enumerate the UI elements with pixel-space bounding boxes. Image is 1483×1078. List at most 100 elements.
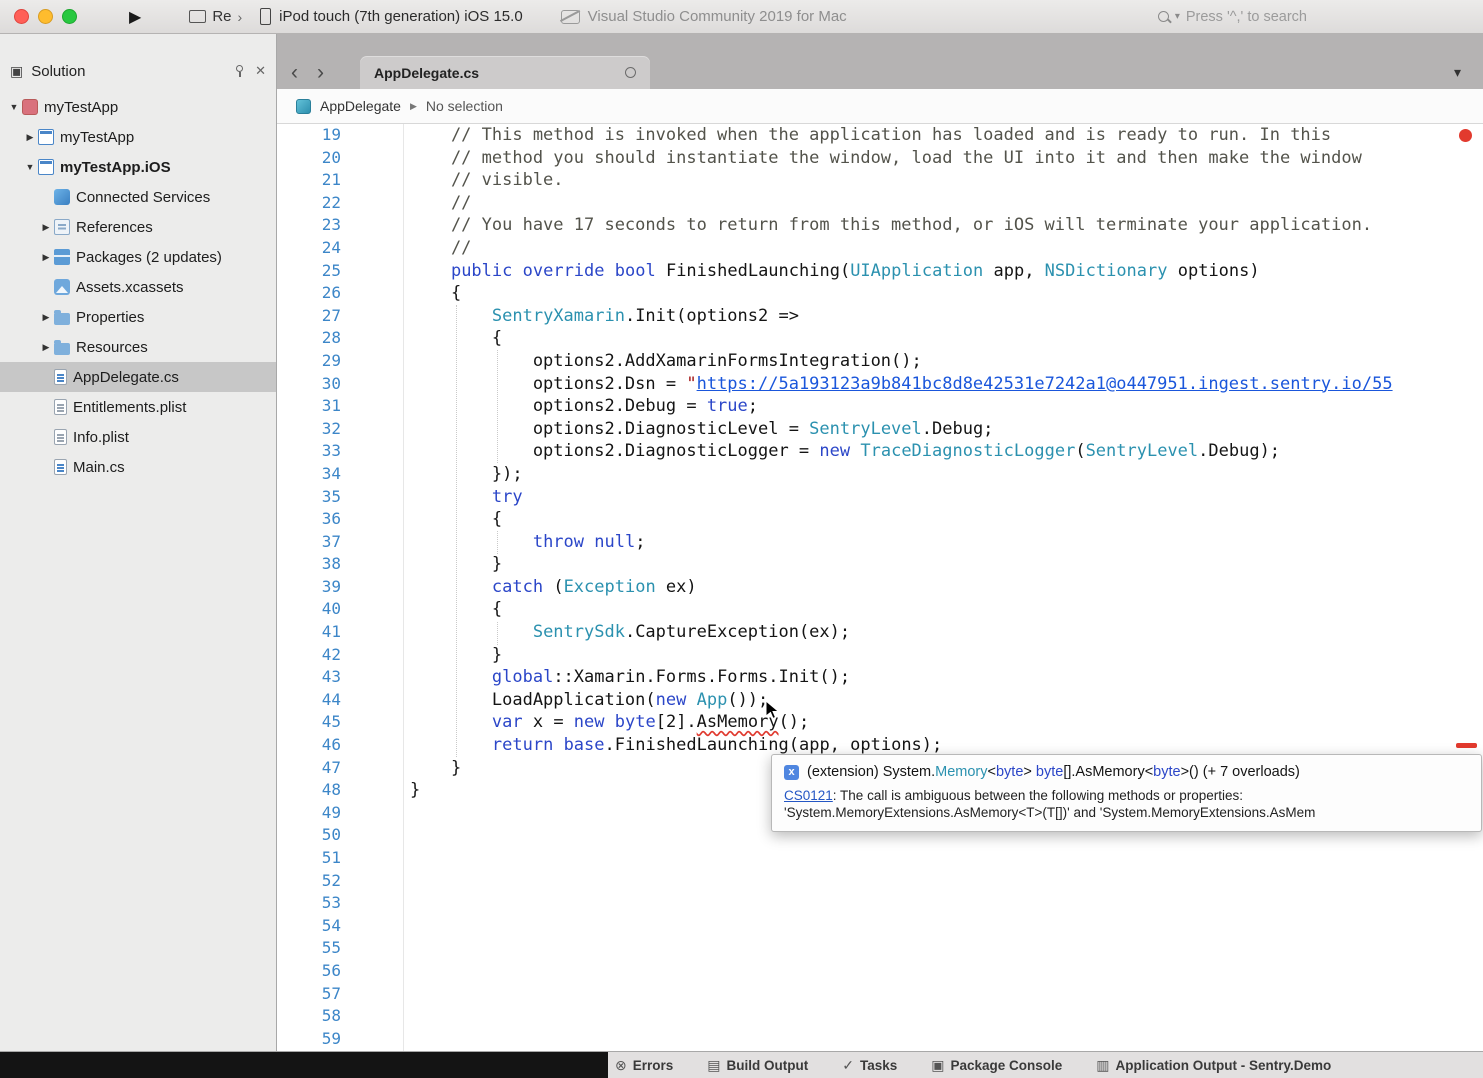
code-token: UIApplication <box>850 261 983 281</box>
code-text: options2.AddXamarinFormsIntegration(); <box>353 350 922 373</box>
code-line-54[interactable]: 54 <box>277 915 1483 938</box>
zoom-window-button[interactable] <box>62 9 77 24</box>
code-line-23[interactable]: 23 // You have 17 seconds to return from… <box>277 214 1483 237</box>
code-line-19[interactable]: 19 // This method is invoked when the ap… <box>277 124 1483 147</box>
code-line-42[interactable]: 42 } <box>277 644 1483 667</box>
statusbar-errors[interactable]: ⊗Errors <box>615 1057 673 1074</box>
expander-down-icon[interactable]: ▼ <box>24 162 36 172</box>
tree-item-resources[interactable]: ▶Resources <box>0 332 276 362</box>
code-line-24[interactable]: 24 // <box>277 237 1483 260</box>
expander-right-icon[interactable]: ▶ <box>40 222 52 233</box>
breadcrumb-scope[interactable]: AppDelegate <box>320 98 401 114</box>
code-line-53[interactable]: 53 <box>277 892 1483 915</box>
tree-item-references[interactable]: ▶References <box>0 212 276 242</box>
statusbar-build-output[interactable]: ▤Build Output <box>707 1057 808 1074</box>
code-line-26[interactable]: 26 { <box>277 282 1483 305</box>
navigate-forward-button[interactable]: › <box>317 61 324 85</box>
code-token: }); <box>410 464 523 484</box>
minimize-window-button[interactable] <box>38 9 53 24</box>
code-line-52[interactable]: 52 <box>277 870 1483 893</box>
pin-icon[interactable] <box>233 65 245 77</box>
expander-right-icon[interactable]: ▶ <box>40 312 52 323</box>
code-line-58[interactable]: 58 <box>277 1005 1483 1028</box>
tree-item-label: myTestApp <box>44 99 118 116</box>
code-line-32[interactable]: 32 options2.DiagnosticLevel = SentryLeve… <box>277 418 1483 441</box>
solution-tree: ▼ myTestApp ▶myTestApp▼myTestApp.iOSConnec… <box>0 92 276 482</box>
close-window-button[interactable] <box>14 9 29 24</box>
tree-item-main-cs[interactable]: Main.cs <box>0 452 276 482</box>
tab-list-dropdown-icon[interactable]: ▾ <box>1454 64 1461 81</box>
tree-item-label: AppDelegate.cs <box>73 369 179 386</box>
code-line-44[interactable]: 44 LoadApplication(new App()); <box>277 689 1483 712</box>
code-line-34[interactable]: 34 }); <box>277 463 1483 486</box>
package-console-icon: ▣ <box>931 1057 944 1074</box>
tab-appdelegate-cs[interactable]: AppDelegate.cs <box>360 56 650 89</box>
expander-right-icon[interactable]: ▶ <box>24 132 36 143</box>
line-number: 57 <box>277 983 353 1006</box>
code-line-21[interactable]: 21 // visible. <box>277 169 1483 192</box>
tree-item-appdelegate-cs[interactable]: AppDelegate.cs <box>0 362 276 392</box>
tree-item-mytestapp[interactable]: ▶myTestApp <box>0 122 276 152</box>
code-line-20[interactable]: 20 // method you should instantiate the … <box>277 147 1483 170</box>
statusbar-package-console[interactable]: ▣Package Console <box>931 1057 1062 1074</box>
statusbar-label: Application Output - Sentry.Demo <box>1116 1058 1332 1073</box>
code-token <box>605 712 615 732</box>
editor-right-margin[interactable] <box>1457 124 1483 1051</box>
code-editor[interactable]: 19 // This method is invoked when the ap… <box>277 124 1483 1051</box>
breadcrumb-selection[interactable]: No selection <box>426 98 503 114</box>
line-number: 25 <box>277 260 353 283</box>
code-line-51[interactable]: 51 <box>277 847 1483 870</box>
code-line-27[interactable]: 27 SentryXamarin.Init(options2 => <box>277 305 1483 328</box>
code-line-33[interactable]: 33 options2.DiagnosticLogger = new Trace… <box>277 440 1483 463</box>
expander-right-icon[interactable]: ▶ <box>40 342 52 353</box>
tree-item-connected-services[interactable]: Connected Services <box>0 182 276 212</box>
tree-item-assets-xcassets[interactable]: Assets.xcassets <box>0 272 276 302</box>
code-line-37[interactable]: 37 throw null; <box>277 531 1483 554</box>
code-line-36[interactable]: 36 { <box>277 508 1483 531</box>
code-line-30[interactable]: 30 options2.Dsn = "https://5a193123a9b84… <box>277 373 1483 396</box>
code-line-25[interactable]: 25 public override bool FinishedLaunchin… <box>277 260 1483 283</box>
code-line-38[interactable]: 38 } <box>277 553 1483 576</box>
tree-item-packages-2-updates-[interactable]: ▶Packages (2 updates) <box>0 242 276 272</box>
tab-modified-indicator-icon[interactable] <box>625 67 636 78</box>
code-line-59[interactable]: 59 <box>277 1028 1483 1051</box>
code-token: // <box>410 238 471 258</box>
error-code-link[interactable]: CS0121 <box>784 788 833 803</box>
device-selector[interactable]: iPod touch (7th generation) iOS 15.0 <box>260 8 523 25</box>
code-line-43[interactable]: 43 global::Xamarin.Forms.Forms.Init(); <box>277 666 1483 689</box>
code-line-40[interactable]: 40 { <box>277 598 1483 621</box>
code-line-31[interactable]: 31 options2.Debug = true; <box>277 395 1483 418</box>
code-line-29[interactable]: 29 options2.AddXamarinFormsIntegration()… <box>277 350 1483 373</box>
tree-item-mytestapp[interactable]: ▼ myTestApp <box>0 92 276 122</box>
expander-right-icon[interactable]: ▶ <box>40 252 52 263</box>
code-line-41[interactable]: 41 SentrySdk.CaptureException(ex); <box>277 621 1483 644</box>
window-title-group: Visual Studio Community 2019 for Mac <box>561 8 847 25</box>
code-line-56[interactable]: 56 <box>277 960 1483 983</box>
close-pad-icon[interactable]: ✕ <box>255 63 266 79</box>
code-text: { <box>353 598 502 621</box>
code-line-35[interactable]: 35 try <box>277 486 1483 509</box>
bottom-dark-overlay <box>0 1052 608 1078</box>
code-line-55[interactable]: 55 <box>277 937 1483 960</box>
statusbar-tasks[interactable]: ✓Tasks <box>842 1057 897 1074</box>
build-config-selector[interactable]: Re › <box>189 8 242 25</box>
code-line-45[interactable]: 45 var x = new byte[2].AsMemory(); <box>277 711 1483 734</box>
code-line-22[interactable]: 22 // <box>277 192 1483 215</box>
code-line-28[interactable]: 28 { <box>277 327 1483 350</box>
tree-item-entitlements-plist[interactable]: Entitlements.plist <box>0 392 276 422</box>
code-line-57[interactable]: 57 <box>277 983 1483 1006</box>
expander-down-icon[interactable]: ▼ <box>8 102 20 112</box>
tree-item-mytestapp-ios[interactable]: ▼myTestApp.iOS <box>0 152 276 182</box>
code-text: // <box>353 237 471 260</box>
signature-token: < <box>988 764 996 780</box>
run-button[interactable]: ▶ <box>129 7 141 27</box>
device-label: iPod touch (7th generation) iOS 15.0 <box>279 8 523 25</box>
search-field[interactable]: ▾ Press '^,' to search <box>1158 9 1307 25</box>
statusbar-app-output[interactable]: ▥Application Output - Sentry.Demo <box>1096 1057 1331 1074</box>
code-token: ( <box>1075 441 1085 461</box>
tree-item-info-plist[interactable]: Info.plist <box>0 422 276 452</box>
code-line-39[interactable]: 39 catch (Exception ex) <box>277 576 1483 599</box>
tree-item-properties[interactable]: ▶Properties <box>0 302 276 332</box>
navigate-back-button[interactable]: ‹ <box>291 61 298 85</box>
code-token: SentryLevel <box>809 419 922 439</box>
